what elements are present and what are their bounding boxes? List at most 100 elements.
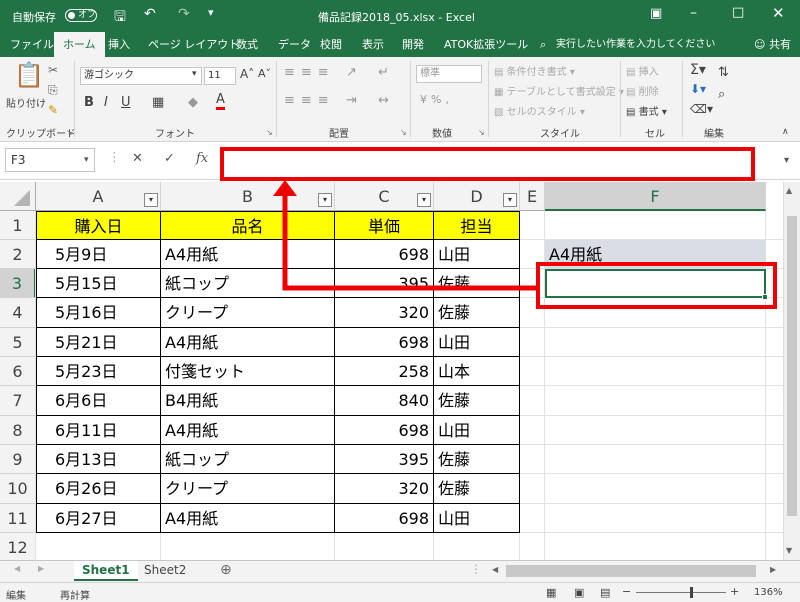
zoom-out-icon[interactable]: − (622, 585, 631, 598)
vertical-scrollbar[interactable]: ▲ ▼ (783, 182, 800, 560)
wrap-text-icon[interactable]: ↵ (378, 65, 389, 80)
new-sheet-icon[interactable]: ⊕ (220, 562, 232, 578)
item-name-cell[interactable]: A4用紙 (161, 240, 335, 269)
purchase-date-cell[interactable]: 6月26日 (36, 474, 161, 504)
sheet-tab-2[interactable]: Sheet2 (136, 561, 194, 581)
filter-dropdown-icon[interactable]: ▾ (503, 193, 517, 207)
tab-atok[interactable]: ATOK拡張ツール (444, 32, 528, 57)
font-grow-icon[interactable]: A˄ (240, 67, 254, 81)
zoom-level[interactable]: 136% (754, 587, 783, 598)
paste-button[interactable]: 貼り付け (6, 95, 46, 110)
row-header-3[interactable]: 3 (0, 269, 36, 298)
item-name-cell[interactable]: クリープ (161, 474, 335, 504)
customize-qat-icon[interactable]: ▾ (208, 6, 214, 19)
font-color-icon[interactable]: A (216, 93, 225, 110)
clipboard-launcher-icon[interactable]: ↘ (66, 128, 73, 137)
purchase-date-cell[interactable]: 5月16日 (36, 298, 161, 328)
cancel-icon[interactable]: ✕ (132, 151, 143, 166)
filter-dropdown-icon[interactable]: ▾ (417, 193, 431, 207)
tab-file[interactable]: ファイル (10, 32, 54, 57)
owner-cell[interactable]: 山田 (434, 240, 520, 269)
copy-icon[interactable]: ⎘ (48, 83, 58, 98)
hscroll-left-icon[interactable]: ◀ (492, 565, 498, 574)
row-header-2[interactable]: 2 (0, 240, 36, 269)
save-icon[interactable]: 🖫 (114, 6, 126, 30)
scroll-up-icon[interactable]: ▲ (786, 186, 792, 195)
underline-button[interactable]: U (121, 95, 131, 110)
conditional-format-button[interactable]: ▤ 条件付き書式 ▾ (494, 63, 575, 78)
tab-splitter-icon[interactable]: ⋮ (470, 562, 482, 576)
item-name-cell[interactable]: 紙コップ (161, 445, 335, 474)
tab-review[interactable]: 校閲 (320, 32, 342, 57)
row-header-10[interactable]: 10 (0, 474, 36, 504)
tab-formulas[interactable]: 数式 (236, 32, 258, 57)
ribbon-display-icon[interactable]: ▣ (650, 6, 662, 21)
enter-icon[interactable]: ✓ (164, 151, 175, 166)
unit-price-cell[interactable]: 395 (335, 269, 434, 298)
format-cells-button[interactable]: ▤ 書式 ▾ (626, 103, 667, 118)
italic-button[interactable]: I (104, 95, 108, 110)
tab-home[interactable]: ホーム (54, 32, 105, 57)
autosum-icon[interactable]: Σ▾ (690, 62, 706, 78)
tab-developer[interactable]: 開発 (402, 32, 424, 57)
item-name-cell[interactable]: A4用紙 (161, 504, 335, 533)
row-header-12[interactable]: 12 (0, 533, 36, 560)
scroll-right-icon[interactable]: ▶ (38, 564, 44, 573)
tab-view[interactable]: 表示 (362, 32, 384, 57)
scroll-down-icon[interactable]: ▼ (786, 546, 792, 555)
scroll-left-icon[interactable]: ◀ (14, 564, 20, 573)
page-layout-view-icon[interactable]: ▣ (574, 586, 584, 599)
select-all-corner[interactable] (0, 182, 36, 211)
font-size-box[interactable]: 11 (204, 67, 236, 85)
delete-cells-button[interactable]: ▤ 削除 (626, 83, 659, 98)
collapse-ribbon-icon[interactable]: ∧ (782, 127, 789, 137)
header-unit-price[interactable]: 単価 (335, 211, 434, 240)
item-name-cell[interactable]: 付箋セット (161, 357, 335, 386)
purchase-date-cell[interactable]: 6月27日 (36, 504, 161, 533)
find-select-icon[interactable]: ⌕ (718, 87, 725, 102)
purchase-date-cell[interactable]: 5月9日 (36, 240, 161, 269)
purchase-date-cell[interactable]: 5月23日 (36, 357, 161, 386)
font-name-box[interactable]: 游ゴシック (80, 67, 202, 85)
zoom-slider-track[interactable] (636, 592, 726, 593)
paste-icon[interactable]: 📋 (14, 61, 44, 89)
page-break-view-icon[interactable]: ▤ (600, 586, 610, 599)
format-as-table-button[interactable]: ▦ テーブルとして書式設定 ▾ (494, 83, 624, 98)
row-header-7[interactable]: 7 (0, 386, 36, 416)
item-name-cell[interactable]: A4用紙 (161, 416, 335, 445)
bold-button[interactable]: B (84, 95, 94, 110)
fill-icon[interactable]: ⬇▾ (690, 82, 706, 96)
row-header-8[interactable]: 8 (0, 416, 36, 445)
search-icon[interactable]: ⌕ (540, 32, 546, 57)
item-name-cell[interactable]: クリープ (161, 298, 335, 328)
owner-cell[interactable]: 佐藤 (434, 269, 520, 298)
fill-color-icon[interactable]: ◆ (188, 95, 198, 110)
unit-price-cell[interactable]: 320 (335, 474, 434, 504)
row-header-5[interactable]: 5 (0, 328, 36, 357)
font-launcher-icon[interactable]: ↘ (266, 128, 273, 137)
normal-view-icon[interactable]: ▦ (546, 586, 556, 599)
purchase-date-cell[interactable]: 6月11日 (36, 416, 161, 445)
header-purchase-date[interactable]: 購入日 (36, 211, 161, 240)
unit-price-cell[interactable]: 395 (335, 445, 434, 474)
redo-icon[interactable]: ↷ (178, 6, 190, 22)
number-format-icons[interactable]: ¥%, (420, 93, 453, 106)
worksheet-grid[interactable]: A B C D E F 1 2 3 4 5 6 7 8 9 10 11 12 購入日 ▾ 品名 ▾ 単価 ▾ 担当 ▾ 5月9日 A4… (0, 182, 800, 560)
clear-icon[interactable]: ⌫▾ (690, 102, 713, 116)
column-header-B[interactable]: B (161, 182, 335, 211)
zoom-in-icon[interactable]: + (730, 585, 739, 598)
owner-cell[interactable]: 山田 (434, 416, 520, 445)
purchase-date-cell[interactable]: 5月21日 (36, 328, 161, 357)
number-launcher-icon[interactable]: ↘ (478, 128, 485, 137)
horizontal-align-icons[interactable]: ≡≡≡ (284, 93, 335, 108)
row-header-4[interactable]: 4 (0, 298, 36, 328)
unit-price-cell[interactable]: 698 (335, 416, 434, 445)
formula-input[interactable] (220, 147, 755, 181)
owner-cell[interactable]: 佐藤 (434, 474, 520, 504)
font-shrink-icon[interactable]: A˅ (258, 67, 271, 80)
unit-price-cell[interactable]: 698 (335, 328, 434, 357)
header-item-name[interactable]: 品名 (161, 211, 335, 240)
minimize-icon[interactable]: – (690, 5, 697, 21)
purchase-date-cell[interactable]: 5月15日 (36, 269, 161, 298)
font-name-dropdown-icon[interactable]: ▾ (192, 69, 197, 79)
